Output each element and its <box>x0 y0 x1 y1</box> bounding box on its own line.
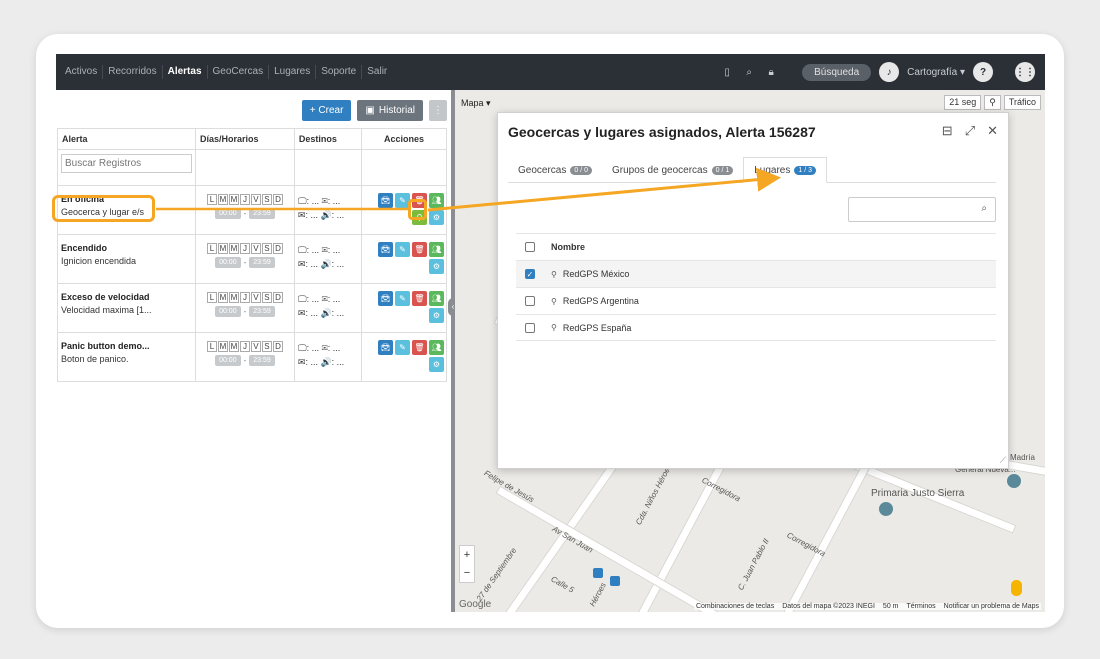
annotation-arrow <box>156 167 781 212</box>
